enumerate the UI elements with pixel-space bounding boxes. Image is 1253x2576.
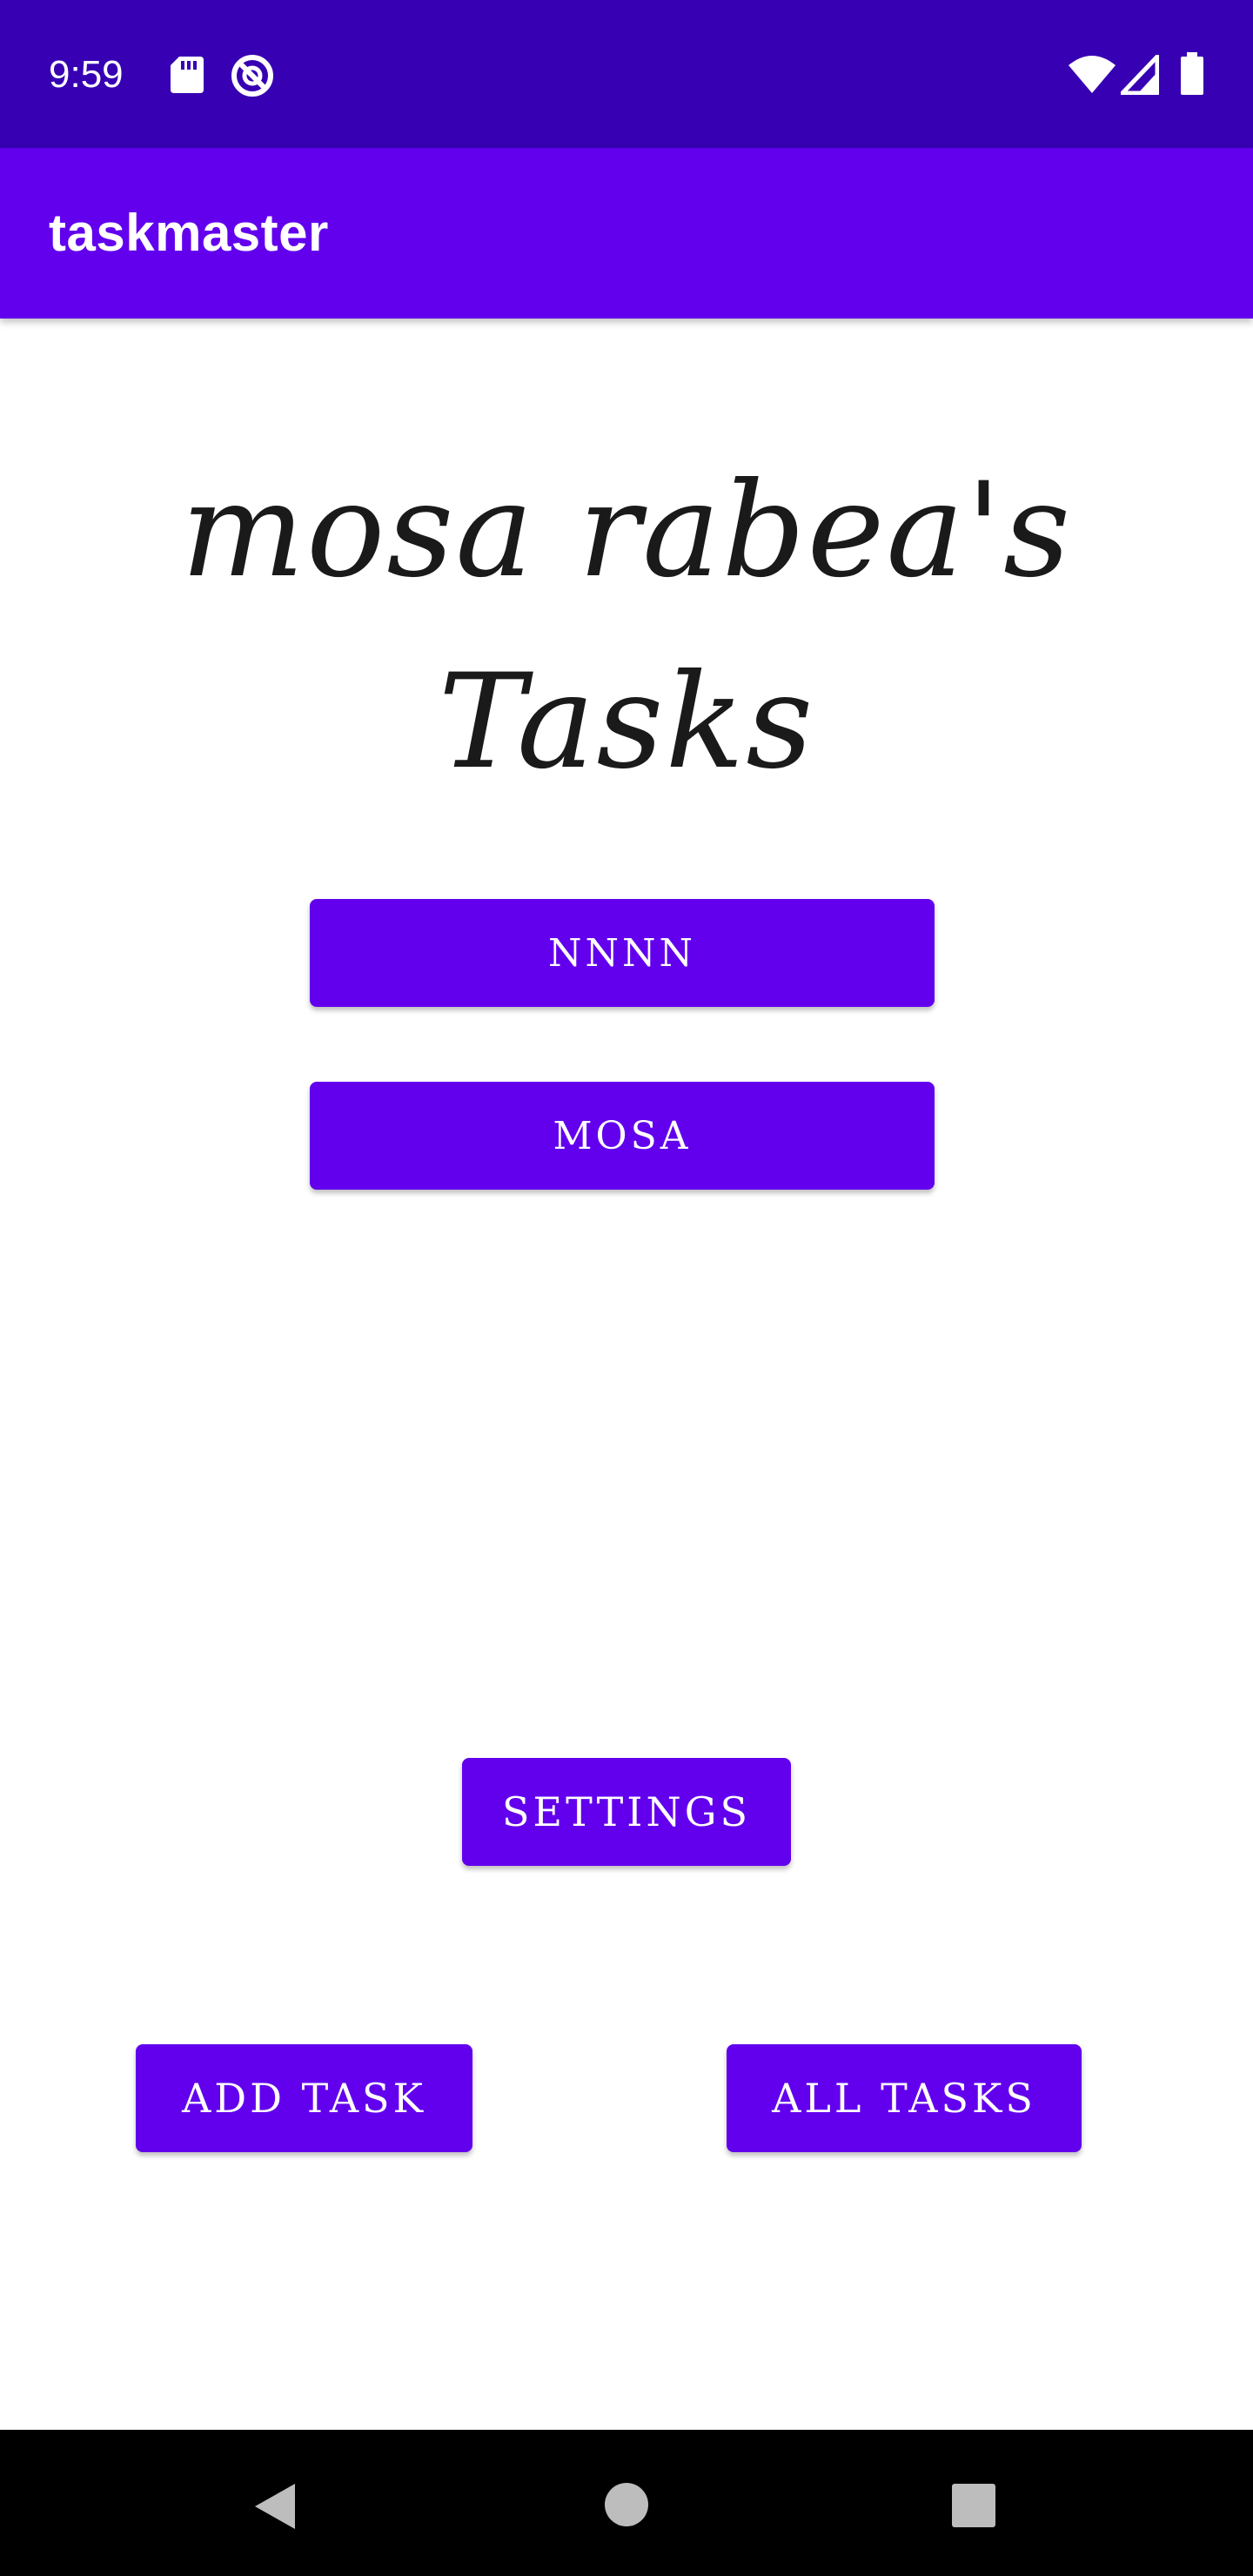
page-heading: mosa rabea's Tasks: [180, 455, 1073, 798]
back-icon[interactable]: [250, 2480, 298, 2532]
status-time: 9:59: [49, 53, 124, 96]
sd-card-icon: [171, 57, 204, 93]
wifi-icon: [1069, 56, 1116, 93]
task-button-mosa[interactable]: MOSA: [310, 1082, 935, 1190]
all-tasks-button[interactable]: ALL TASKS: [727, 2044, 1082, 2152]
recents-icon[interactable]: [950, 2482, 997, 2529]
cellular-signal-icon: [1121, 55, 1159, 95]
status-bar: 9:59: [0, 0, 1253, 148]
app-bar: taskmaster: [0, 148, 1253, 319]
do-not-disturb-icon: [231, 55, 273, 97]
home-icon[interactable]: [602, 2480, 651, 2529]
add-task-button[interactable]: ADD TASK: [136, 2044, 472, 2152]
task-button-nnnn[interactable]: NNNN: [310, 899, 935, 1007]
battery-icon: [1181, 52, 1203, 95]
app-title: taskmaster: [49, 204, 329, 262]
navigation-bar: [0, 2430, 1253, 2576]
settings-button[interactable]: SETTINGS: [462, 1758, 791, 1866]
